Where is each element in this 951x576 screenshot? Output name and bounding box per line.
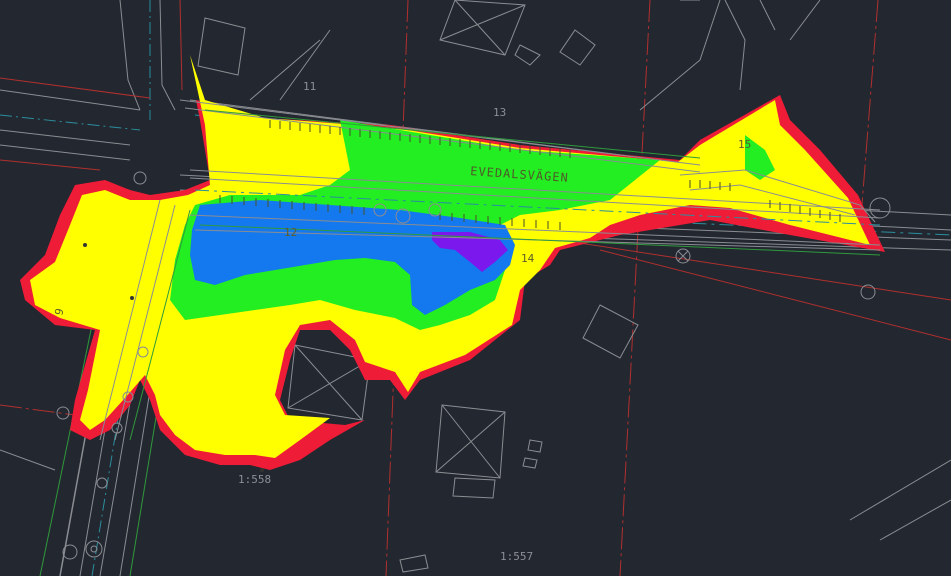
scale-label-1: 1:558 — [238, 473, 271, 486]
parcel-label-12: 12 — [284, 226, 297, 239]
parcel-label-11: 11 — [303, 80, 316, 93]
cad-map-canvas[interactable]: EVEDALSVÄGEN 11 12 13 14 15 9 1:558 1:55… — [0, 0, 951, 576]
scale-label-2: 1:557 — [500, 550, 533, 563]
parcel-label-13: 13 — [493, 106, 506, 119]
parcel-label-15: 15 — [738, 138, 751, 151]
parcel-label-14: 14 — [521, 252, 535, 265]
